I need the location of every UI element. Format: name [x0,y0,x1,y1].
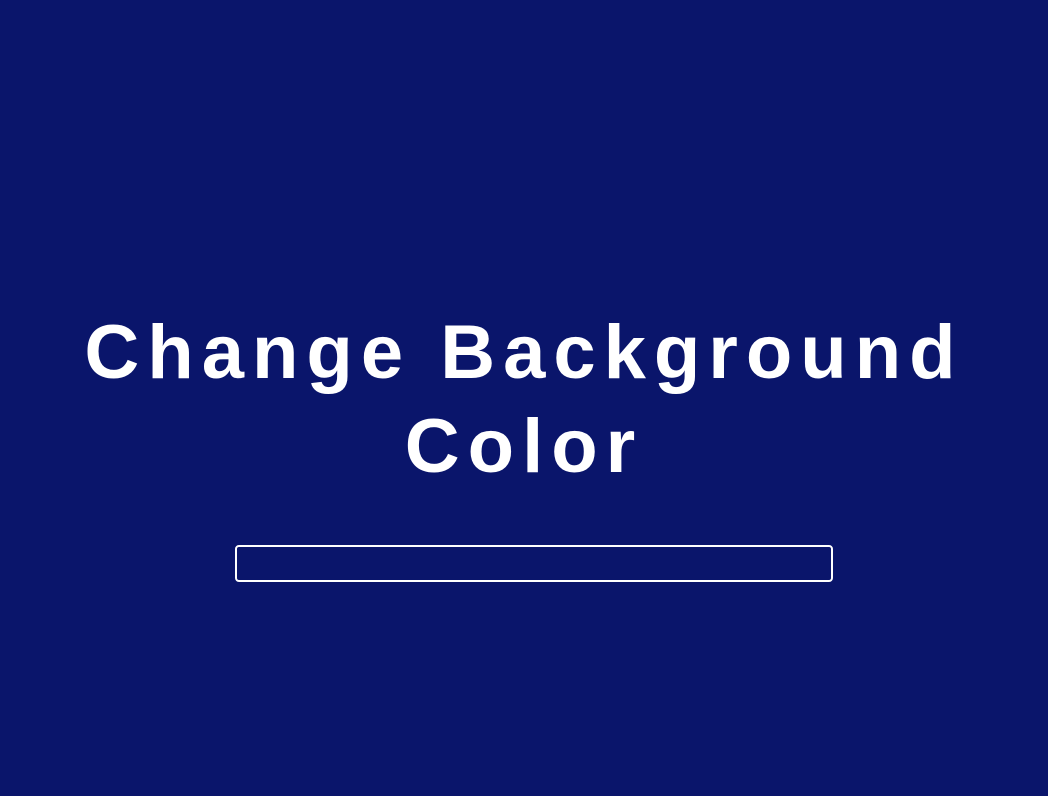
color-input[interactable] [235,545,833,582]
page-title: Change Background Color [84,310,964,489]
page-container: Change Background Color [0,0,1048,796]
